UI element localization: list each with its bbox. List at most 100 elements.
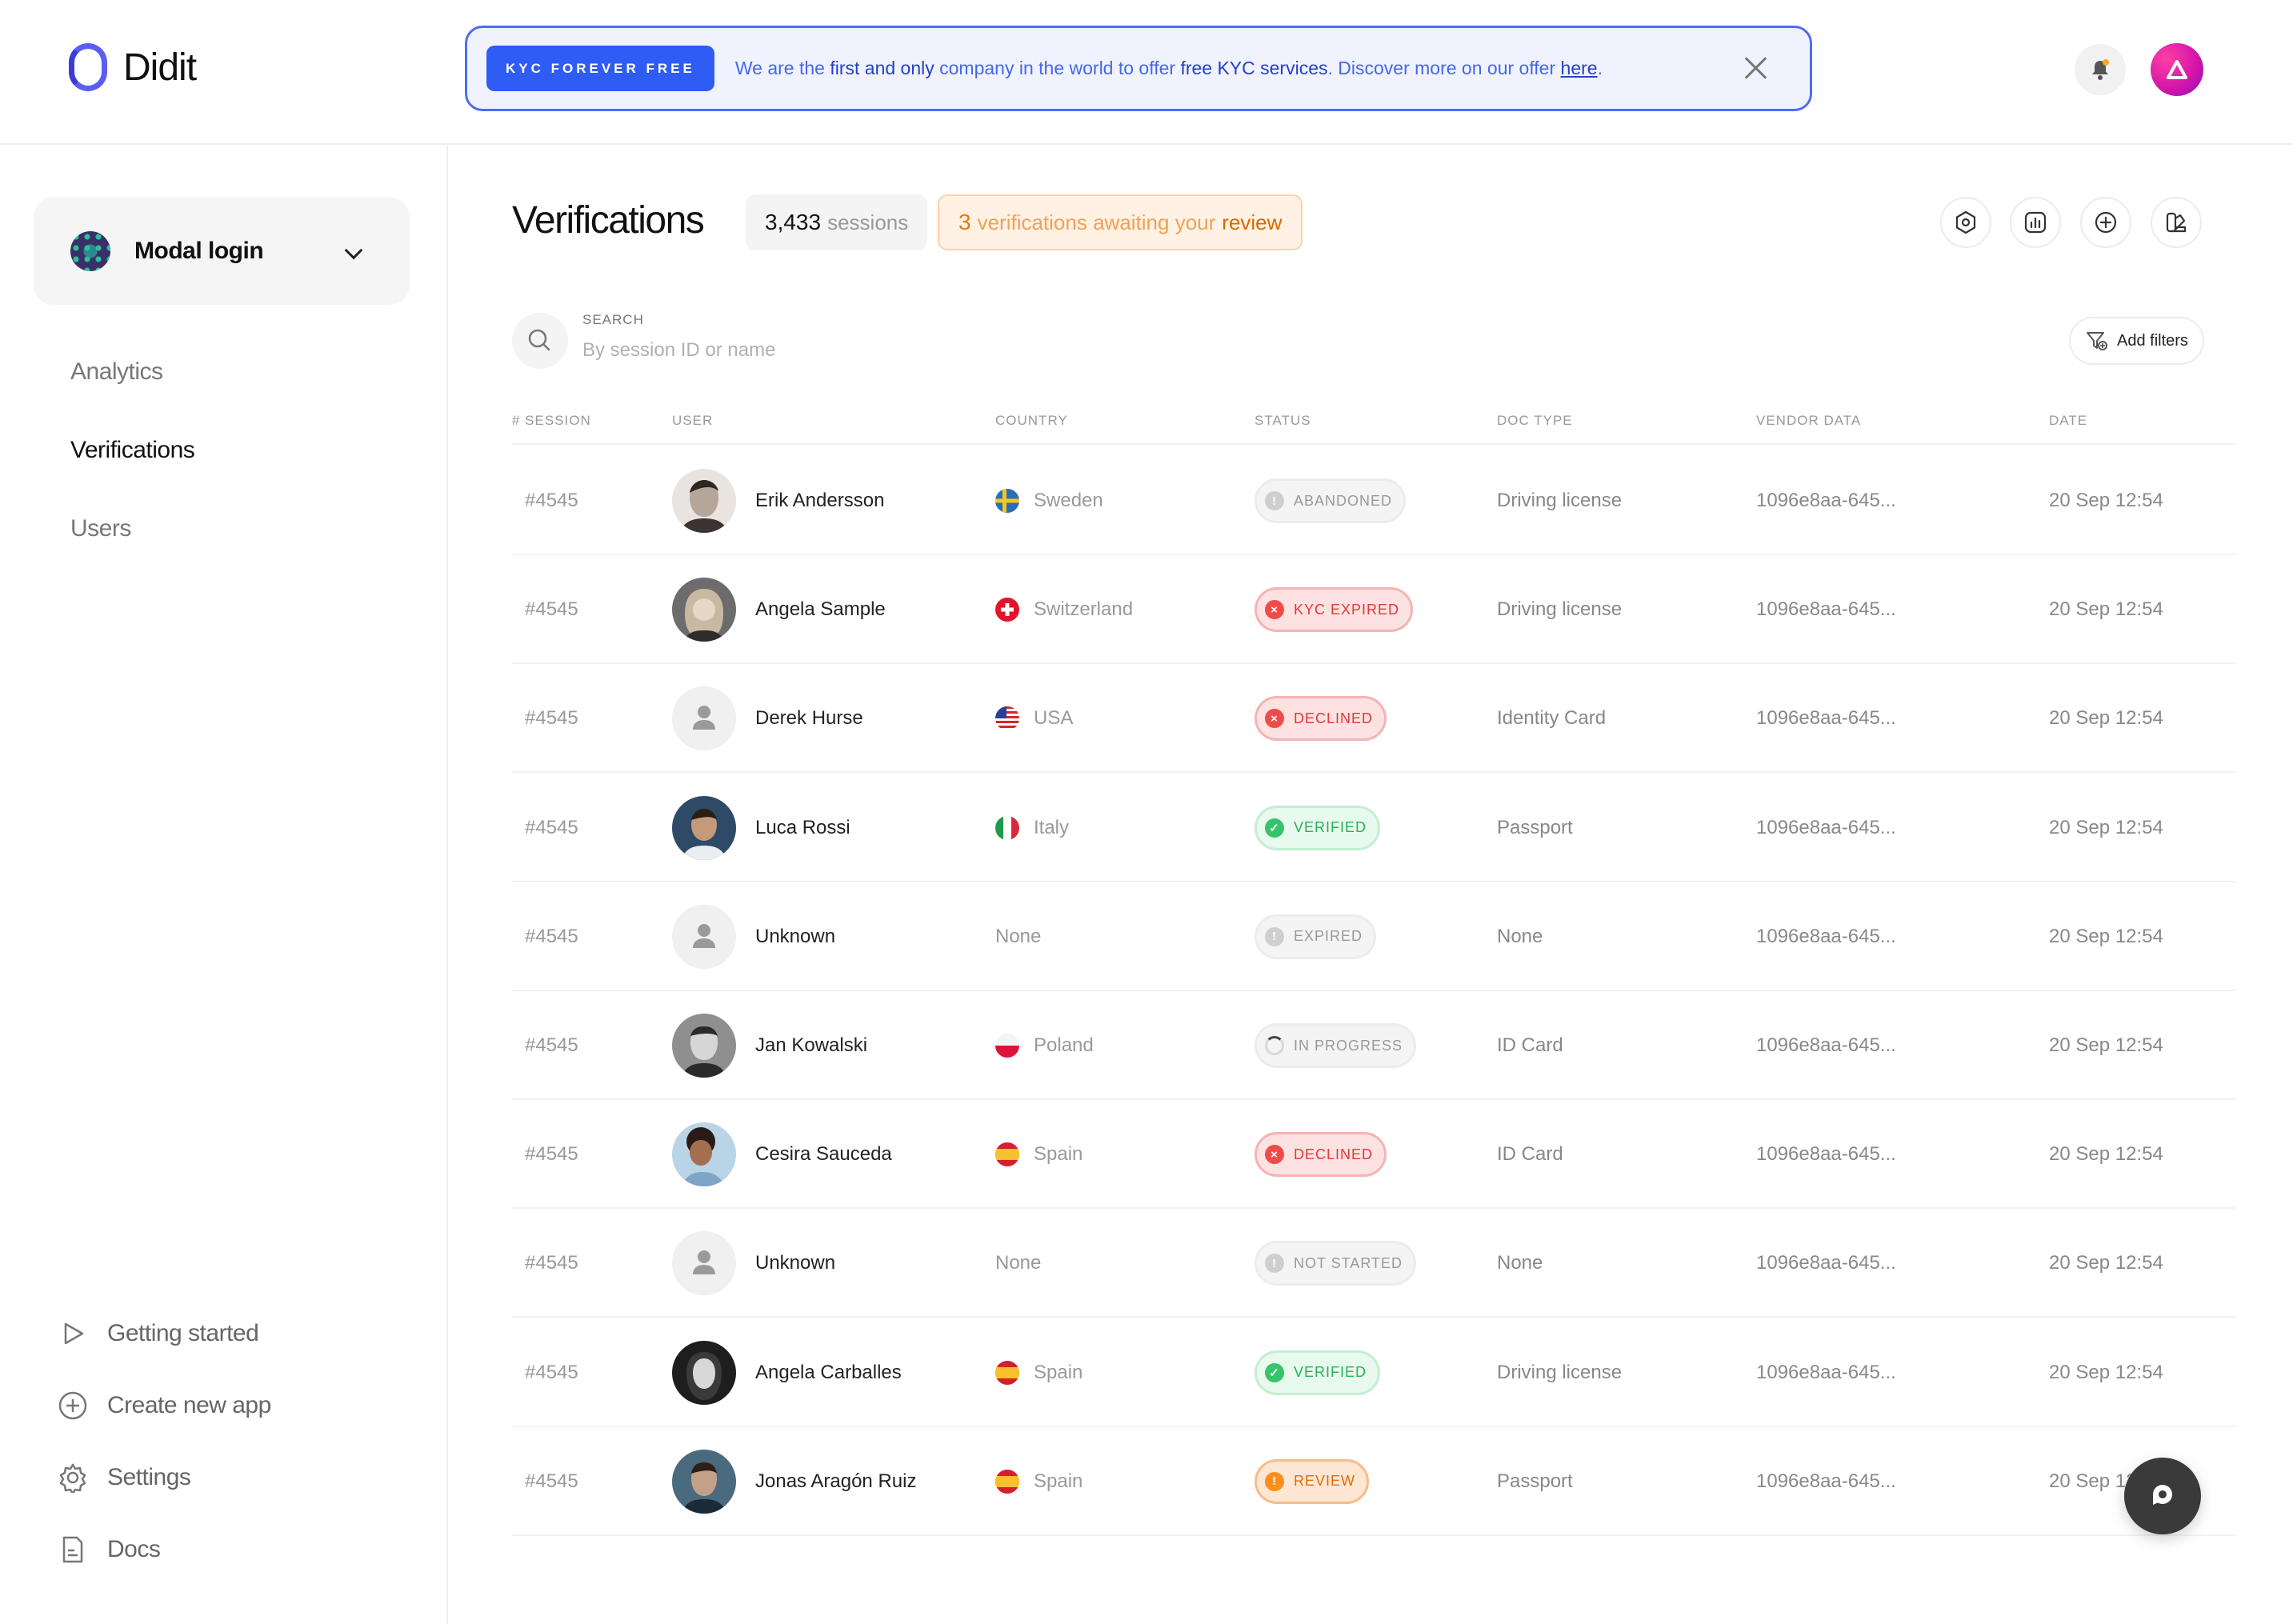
vendor-data: 1096e8aa-645... (1756, 1361, 1896, 1383)
sidebar-item-docs[interactable]: Docs (58, 1534, 161, 1565)
table-row[interactable]: #4545 Angela Sample Switzerland × KYC EXP… (512, 555, 2235, 665)
status-label: VERIFIED (1294, 1364, 1367, 1381)
user-cell[interactable]: Angela Carballes (672, 1318, 902, 1427)
country-name: USA (1034, 707, 1074, 730)
date: 20 Sep 12:54 (2049, 816, 2163, 838)
banner-tag: KYC FOREVER FREE (486, 46, 714, 91)
session-id[interactable]: #4545 (525, 664, 578, 773)
close-icon[interactable] (1743, 55, 1768, 81)
status-label: NOT STARTED (1294, 1254, 1403, 1271)
status-badge: ! REVIEW (1255, 1458, 1370, 1504)
sidebar-item-users[interactable]: Users (70, 515, 131, 542)
country-cell: Spain (995, 1427, 1082, 1536)
column-country[interactable]: COUNTRY (995, 413, 1068, 429)
table-row[interactable]: #4545 Jonas Aragón Ruiz Spain ! REVIEW Pa… (512, 1427, 2235, 1536)
alert-icon: ! (1265, 1254, 1284, 1274)
user-cell[interactable]: Jan Kowalski (672, 991, 867, 1100)
session-id[interactable]: #4545 (525, 1318, 578, 1427)
table-row[interactable]: #4545 Unknown None ! NOT STARTED None 109… (512, 1209, 2235, 1318)
user-cell[interactable]: Luca Rossi (672, 774, 850, 882)
table-row[interactable]: #4545 Erik Andersson Sweden ! ABANDONED D… (512, 446, 2235, 555)
sidebar-item-settings[interactable]: Settings (58, 1462, 191, 1493)
table-row[interactable]: #4545 Unknown None ! EXPIRED None 1096e8a… (512, 882, 2235, 991)
doc-type: Passport (1497, 816, 1573, 838)
country-cell: None (995, 1209, 1041, 1318)
date: 20 Sep 12:54 (2049, 925, 2163, 947)
sidebar: Modal login Analytics Verifications User… (0, 145, 448, 1624)
app-logo[interactable]: Didit (69, 43, 197, 91)
user-cell[interactable]: Unknown (672, 882, 835, 991)
country-name: Sweden (1034, 490, 1103, 511)
table-row[interactable]: #4545 Luca Rossi Italy ✓ VERIFIED Passpor… (512, 774, 2235, 882)
review-link[interactable]: review (1222, 210, 1282, 235)
user-avatar[interactable] (2151, 43, 2203, 96)
vendor-data: 1096e8aa-645... (1756, 707, 1896, 730)
add-filters-button[interactable]: Add filters (2069, 317, 2204, 365)
avatar (672, 904, 736, 969)
sidebar-item-getting-started[interactable]: Getting started (58, 1318, 259, 1349)
column-user[interactable]: USER (672, 413, 713, 429)
flag-icon (995, 598, 1019, 622)
status-cell: ✓ VERIFIED (1255, 774, 1381, 882)
banner-link[interactable]: here (1561, 58, 1598, 78)
doc-type: None (1497, 1252, 1543, 1274)
search-button[interactable] (512, 313, 568, 369)
sessions-label: sessions (827, 210, 909, 234)
user-name: Luca Rossi (755, 816, 850, 838)
document-icon (62, 1536, 83, 1563)
vendor-data: 1096e8aa-645... (1756, 1034, 1896, 1056)
user-name: Cesira Sauceda (755, 1143, 892, 1166)
flag-icon (995, 1034, 1019, 1058)
session-id[interactable]: #4545 (525, 882, 578, 991)
status-cell: ! EXPIRED (1255, 882, 1377, 991)
chevron-down-icon (344, 241, 363, 260)
user-cell[interactable]: Derek Hurse (672, 664, 863, 773)
search-icon (528, 329, 550, 351)
add-filters-label: Add filters (2117, 331, 2188, 350)
user-cell[interactable]: Angela Sample (672, 555, 886, 664)
session-id[interactable]: #4545 (525, 991, 578, 1100)
sidebar-item-verifications[interactable]: Verifications (70, 437, 195, 464)
sidebar-item-create-app[interactable]: Create new app (58, 1390, 271, 1421)
column-vendor-data[interactable]: VENDOR DATA (1756, 413, 1861, 429)
review-count: 3 (958, 210, 971, 234)
search-input[interactable] (582, 339, 982, 362)
sessions-count-badge: 3,433 sessions (746, 194, 928, 250)
create-button[interactable] (2080, 197, 2131, 248)
column-date[interactable]: DATE (2049, 413, 2087, 429)
session-id[interactable]: #4545 (525, 1427, 578, 1536)
country-name: Switzerland (1034, 598, 1134, 621)
hexagon-icon (1955, 210, 1976, 234)
session-id[interactable]: #4545 (525, 1209, 578, 1318)
table-row[interactable]: #4545 Derek Hurse USA × DECLINED Identity… (512, 664, 2235, 774)
user-name: Unknown (755, 1252, 836, 1274)
user-cell[interactable]: Erik Andersson (672, 446, 884, 555)
column-status[interactable]: STATUS (1255, 413, 1311, 429)
analytics-button[interactable] (2010, 197, 2061, 248)
user-cell[interactable]: Jonas Aragón Ruiz (672, 1427, 916, 1536)
user-cell[interactable]: Cesira Sauceda (672, 1100, 892, 1209)
customize-button[interactable] (2151, 197, 2202, 248)
avatar (672, 1449, 736, 1514)
chat-button[interactable] (2124, 1458, 2201, 1534)
column-session[interactable]: # SESSION (512, 413, 591, 429)
session-id[interactable]: #4545 (525, 555, 578, 664)
app-selector[interactable]: Modal login (34, 198, 410, 305)
table-row[interactable]: #4545 Cesira Sauceda Spain × DECLINED ID … (512, 1100, 2235, 1210)
review-alert[interactable]: 3 verifications awaiting your review (938, 194, 1303, 250)
review-text: verifications awaiting your (977, 210, 1216, 234)
user-name: Angela Carballes (755, 1361, 902, 1383)
column-doc-type[interactable]: DOC TYPE (1497, 413, 1573, 429)
table-row[interactable]: #4545 Angela Carballes Spain ✓ VERIFIED D… (512, 1318, 2235, 1427)
user-name: Erik Andersson (755, 490, 885, 511)
session-id[interactable]: #4545 (525, 446, 578, 555)
country-name: Spain (1034, 1143, 1083, 1166)
table-row[interactable]: #4545 Jan Kowalski Poland IN PROGRESS ID… (512, 991, 2235, 1100)
session-id[interactable]: #4545 (525, 774, 578, 882)
session-id[interactable]: #4545 (525, 1100, 578, 1209)
notifications-button[interactable] (2075, 44, 2126, 95)
sidebar-item-analytics[interactable]: Analytics (70, 358, 163, 386)
date: 20 Sep 12:54 (2049, 490, 2163, 511)
settings-hex-button[interactable] (1940, 197, 1991, 248)
user-cell[interactable]: Unknown (672, 1209, 835, 1318)
